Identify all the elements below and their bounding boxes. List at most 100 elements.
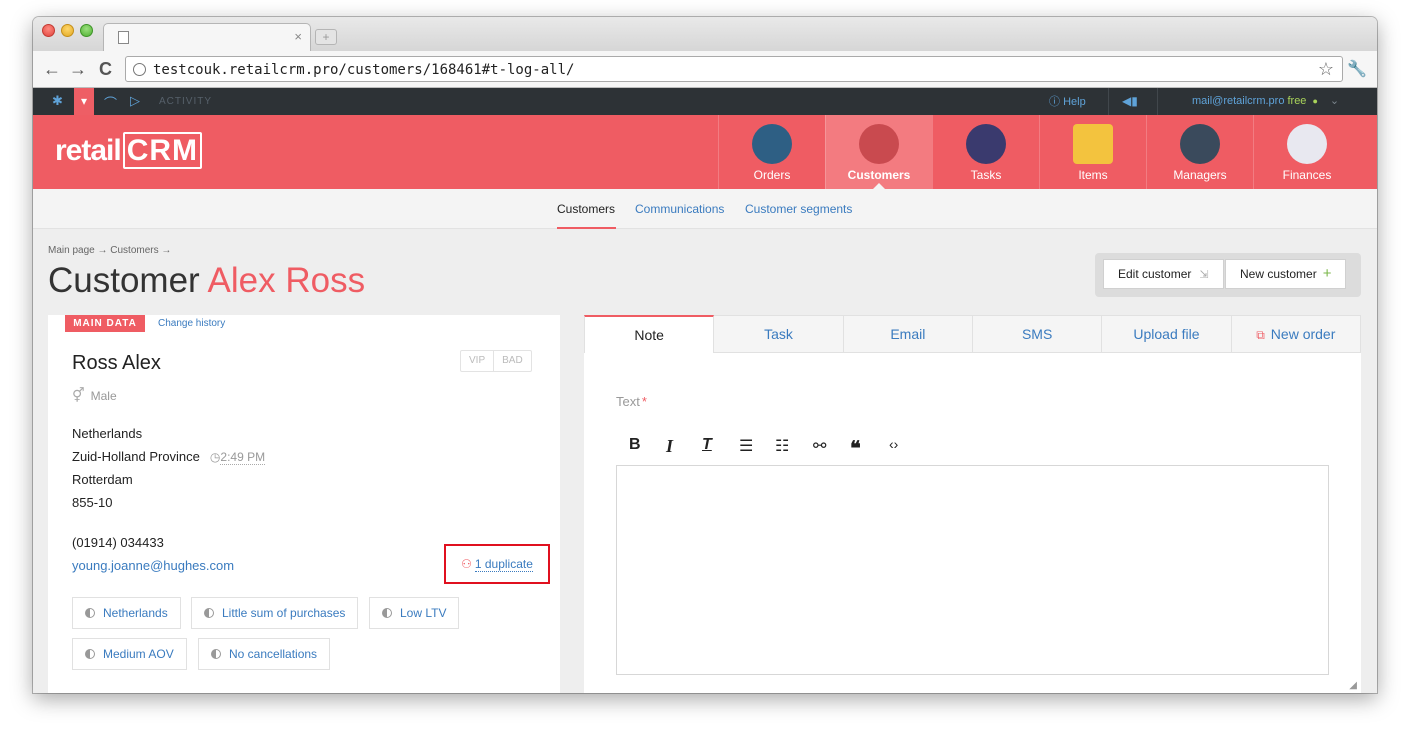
window-minimize-button[interactable] bbox=[61, 24, 74, 37]
module-items[interactable]: Items bbox=[1039, 115, 1146, 189]
divider bbox=[1157, 88, 1158, 115]
play-icon[interactable]: ▷ bbox=[130, 93, 140, 109]
local-time: ◷2:49 PM bbox=[209, 450, 266, 465]
text-label: Text * bbox=[616, 394, 647, 409]
tab-task[interactable]: Task bbox=[714, 315, 844, 353]
subnav-customer-segments[interactable]: Customer segments bbox=[745, 202, 852, 216]
breadcrumb[interactable]: Main page → Customers → bbox=[48, 245, 171, 256]
change-history-link[interactable]: Change history bbox=[158, 318, 225, 329]
action-buttons: Edit customer ⇲ New customer + bbox=[1095, 253, 1361, 297]
forward-arrow-icon[interactable]: → bbox=[69, 59, 87, 80]
bold-icon[interactable]: B bbox=[629, 436, 641, 454]
address-postcode: 855-10 bbox=[72, 495, 113, 510]
tab-upload-file[interactable]: Upload file bbox=[1102, 315, 1232, 353]
task-list-icon bbox=[966, 124, 1006, 164]
bookmark-star-icon[interactable]: ☆ bbox=[1318, 59, 1334, 80]
persons-icon: ⚇ bbox=[461, 557, 472, 571]
reload-icon[interactable]: C bbox=[99, 59, 112, 80]
segment-tag[interactable]: Medium AOV bbox=[72, 638, 187, 670]
edit-icon: ⇲ bbox=[1199, 269, 1209, 281]
clock-icon: ◷ bbox=[209, 450, 221, 464]
segment-tag[interactable]: Low LTV bbox=[369, 597, 460, 629]
customer-name: Ross Alex bbox=[72, 352, 161, 374]
gender-icon: ⚥ bbox=[72, 387, 85, 403]
account-menu[interactable]: mail@retailcrm.pro free ● ⌄ bbox=[1192, 94, 1339, 107]
segment-tag[interactable]: Little sum of purchases bbox=[191, 597, 359, 629]
activity-label[interactable]: ACTIVITY bbox=[159, 96, 212, 107]
gear-icon[interactable]: ✱ bbox=[52, 93, 63, 109]
bad-button[interactable]: BAD bbox=[493, 351, 531, 371]
code-icon[interactable]: ‹› bbox=[889, 436, 898, 452]
module-orders[interactable]: Orders bbox=[718, 115, 825, 189]
retailcrm-logo[interactable]: retail CRM bbox=[55, 132, 203, 169]
back-arrow-icon[interactable]: ← bbox=[43, 59, 61, 80]
edit-customer-button[interactable]: Edit customer ⇲ bbox=[1103, 259, 1224, 289]
duplicate-link[interactable]: ⚇ 1 duplicate bbox=[444, 544, 550, 584]
invoice-icon bbox=[1287, 124, 1327, 164]
module-managers[interactable]: Managers bbox=[1146, 115, 1253, 189]
quote-icon[interactable]: ❝ bbox=[850, 436, 861, 461]
chart-icon[interactable]: ⌒ bbox=[104, 93, 117, 112]
resize-handle-icon[interactable]: ◢ bbox=[1349, 680, 1357, 691]
segment-pie-icon bbox=[204, 608, 214, 618]
bullet-list-icon[interactable]: ☰ bbox=[739, 436, 753, 456]
divider bbox=[1108, 88, 1109, 115]
segment-pie-icon bbox=[211, 649, 221, 659]
clear-format-icon[interactable]: T bbox=[702, 436, 712, 454]
manager-avatar-icon bbox=[1180, 124, 1220, 164]
customer-phone[interactable]: (01914) 034433 bbox=[72, 535, 164, 550]
subnav-communications[interactable]: Communications bbox=[635, 202, 724, 216]
main-data-tab[interactable]: MAIN DATA bbox=[65, 315, 145, 332]
chevron-down-icon: ⌄ bbox=[1329, 95, 1340, 107]
app-header: retail CRM Orders Customers Tasks Items M… bbox=[33, 115, 1377, 189]
box-icon bbox=[1073, 124, 1113, 164]
new-customer-button[interactable]: New customer + bbox=[1225, 259, 1347, 289]
customer-email[interactable]: young.joanne@hughes.com bbox=[72, 558, 234, 573]
page-icon bbox=[118, 31, 129, 44]
wrench-icon[interactable]: 🔧 bbox=[1347, 59, 1367, 79]
cart-icon[interactable]: ▾ bbox=[74, 88, 94, 115]
megaphone-icon[interactable]: ◀▮ bbox=[1122, 94, 1138, 108]
note-text-editor[interactable] bbox=[616, 465, 1329, 675]
address-country: Netherlands bbox=[72, 426, 143, 441]
subnav-customers[interactable]: Customers bbox=[557, 202, 615, 216]
tab-close-icon[interactable]: × bbox=[294, 29, 302, 44]
browser-toolbar: ← → C testcouk.retailcrm.pro/customers/1… bbox=[33, 51, 1377, 88]
external-link-icon: ⧉ bbox=[1256, 328, 1265, 342]
window-close-button[interactable] bbox=[42, 24, 55, 37]
main-content: Main page → Customers → Customer Alex Ro… bbox=[33, 229, 1377, 693]
address-city: Rotterdam bbox=[72, 472, 133, 487]
browser-window: × + ← → C testcouk.retailcrm.pro/custome… bbox=[33, 17, 1377, 693]
segment-tag[interactable]: No cancellations bbox=[198, 638, 331, 670]
tab-sms[interactable]: SMS bbox=[972, 315, 1103, 353]
tab-email[interactable]: Email bbox=[843, 315, 973, 353]
segment-tag[interactable]: Netherlands bbox=[72, 597, 181, 629]
segment-pie-icon bbox=[85, 649, 95, 659]
app-topbar: ✱ ▾ ⌒ ▷ ACTIVITY ⓘ Help ◀▮ mail@retailcr… bbox=[33, 88, 1377, 115]
customer-avatar-icon bbox=[859, 124, 899, 164]
vip-button[interactable]: VIP bbox=[461, 351, 493, 371]
module-customers[interactable]: Customers bbox=[825, 115, 932, 189]
help-link[interactable]: ⓘ Help bbox=[1049, 93, 1086, 109]
tab-new-order[interactable]: ⧉ New order bbox=[1231, 315, 1361, 353]
italic-icon[interactable]: I bbox=[666, 436, 673, 457]
shopping-cart-icon bbox=[752, 124, 792, 164]
address-region: Zuid-Holland Province ◷2:49 PM bbox=[72, 449, 266, 465]
plus-icon: + bbox=[1322, 265, 1332, 282]
module-tasks[interactable]: Tasks bbox=[932, 115, 1039, 189]
customer-gender: ⚥ Male bbox=[72, 387, 117, 403]
window-zoom-button[interactable] bbox=[80, 24, 93, 37]
page-title: Customer Alex Ross bbox=[48, 261, 366, 300]
numbered-list-icon[interactable]: ☷ bbox=[775, 436, 789, 456]
tab-note[interactable]: Note bbox=[584, 315, 715, 353]
address-bar[interactable]: testcouk.retailcrm.pro/customers/168461#… bbox=[125, 56, 1343, 82]
status-dot-icon: ● bbox=[1312, 96, 1318, 106]
browser-tab[interactable]: × bbox=[103, 23, 311, 51]
segment-pie-icon bbox=[85, 608, 95, 618]
sub-navigation: Customers Communications Customer segmen… bbox=[33, 189, 1377, 229]
globe-icon bbox=[133, 63, 146, 76]
new-tab-button[interactable]: + bbox=[315, 29, 337, 45]
panel-tabs: Note Task Email SMS Upload file ⧉ New ord… bbox=[584, 315, 1361, 353]
module-finances[interactable]: Finances bbox=[1253, 115, 1360, 189]
link-icon[interactable]: ⚯ bbox=[813, 436, 826, 456]
